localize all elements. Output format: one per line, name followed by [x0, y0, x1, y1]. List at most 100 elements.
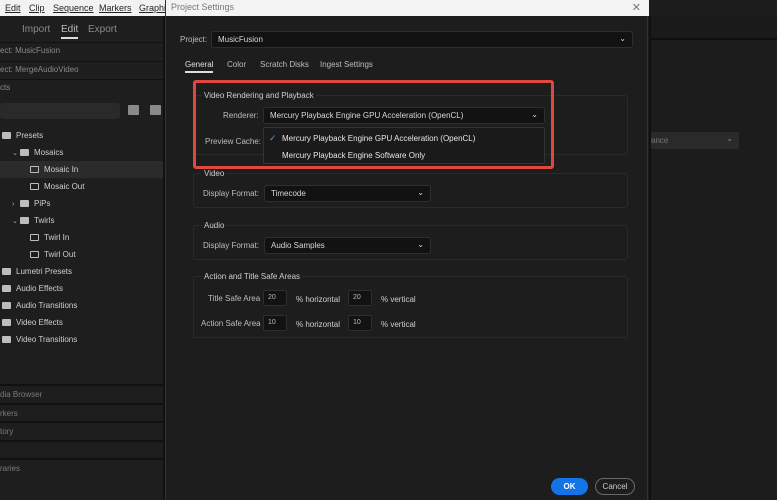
chevron-down-icon: ⌄ [726, 134, 733, 143]
close-icon[interactable]: ✕ [632, 1, 641, 14]
effects-panel-title: cts [0, 79, 163, 97]
chevron-down-icon[interactable]: ⌄ [12, 145, 20, 162]
horizontal-unit: % horizontal [296, 320, 341, 329]
tree-item[interactable]: Twirl Out [0, 246, 163, 263]
tree-item[interactable]: Twirl In [0, 229, 163, 246]
32bit-effects-icon[interactable] [150, 105, 161, 115]
chevron-down-icon: ⌄ [417, 188, 424, 197]
tab-import[interactable]: Import [22, 24, 50, 35]
tree-item[interactable]: ⌄ Twirls [0, 212, 163, 229]
chevron-right-icon[interactable]: › [12, 196, 20, 213]
preset-folder-icon [20, 200, 29, 208]
video-display-format-select[interactable]: Timecode ⌄ [264, 185, 431, 202]
effects-search-input[interactable] [0, 103, 120, 119]
ok-button[interactable]: OK [551, 478, 588, 495]
cancel-button[interactable]: Cancel [595, 478, 635, 495]
tree-item[interactable]: › PiPs [0, 195, 163, 212]
folder-icon [2, 285, 11, 293]
title-safe-vertical-input[interactable]: 20 [348, 290, 372, 306]
dialog-title: Project Settings [166, 0, 649, 16]
tree-item-label: Mosaic In [44, 165, 79, 174]
tree-item[interactable]: Lumetri Presets [0, 263, 163, 280]
tree-item[interactable]: Audio Transitions [0, 297, 163, 314]
project-tab-mergeaudiovideo[interactable]: ect: MergeAudioVideo [0, 61, 163, 79]
tree-item-label: Twirl Out [44, 250, 76, 259]
tree-item[interactable]: Video Effects [0, 314, 163, 331]
tree-item-label: Audio Transitions [16, 301, 78, 310]
panel-tab[interactable] [0, 439, 163, 458]
tab-export[interactable]: Export [88, 24, 117, 35]
panel-header [651, 16, 777, 40]
action-safe-label: Action Safe Area [201, 319, 261, 328]
tree-item[interactable]: Mosaic Out [0, 178, 163, 195]
title-safe-label: Title Safe Area [208, 294, 261, 303]
panel-tab[interactable]: dia Browser [0, 384, 163, 402]
tree-item-label: Audio Effects [16, 284, 63, 293]
folder-icon [2, 336, 11, 344]
value: Timecode [271, 189, 306, 198]
chevron-down-icon[interactable]: ⌄ [12, 213, 20, 230]
preset-folder-icon [20, 217, 29, 225]
vertical-unit: % vertical [381, 295, 416, 304]
preset-folder-icon [2, 132, 11, 140]
group-title: Video [202, 169, 227, 178]
dropdown-value: ance [651, 136, 669, 145]
background-panel: ance ⌄ [649, 16, 777, 500]
effects-panel: Import Edit Export ect: MusicFusion ect:… [0, 16, 165, 500]
project-tab-musicfusion[interactable]: ect: MusicFusion [0, 42, 163, 60]
tree-item[interactable]: Mosaic In [0, 161, 163, 178]
preset-icon [30, 251, 39, 259]
menu-graphics[interactable]: Graphi [139, 3, 166, 13]
panel-tab[interactable]: raries [0, 458, 163, 476]
menu-markers[interactable]: Markers [99, 3, 132, 13]
tab-ingest-settings[interactable]: Ingest Settings [320, 60, 373, 69]
audio-display-format-select[interactable]: Audio Samples ⌄ [264, 237, 431, 254]
tree-item-label: Mosaic Out [44, 182, 85, 191]
audio-display-format-label: Display Format: [203, 241, 260, 250]
tree-item-label: Twirls [34, 216, 55, 225]
tree-item-label: Twirl In [44, 233, 70, 242]
panel-tab[interactable]: tory [0, 421, 163, 439]
action-safe-horizontal-input[interactable]: 10 [263, 315, 287, 331]
project-value: MusicFusion [218, 35, 263, 44]
horizontal-unit: % horizontal [296, 295, 341, 304]
menu-sequence[interactable]: Sequence [53, 3, 94, 13]
menu-bar: Edit Clip Sequence Markers Graphi [0, 0, 166, 16]
chevron-down-icon: ⌄ [417, 240, 424, 249]
group-title: Audio [202, 221, 227, 230]
tree-item-label: Presets [16, 131, 44, 140]
vertical-unit: % vertical [381, 320, 416, 329]
tree-item-label: Video Effects [16, 318, 63, 327]
tab-general[interactable]: General [185, 60, 214, 73]
accelerated-effects-icon[interactable] [128, 105, 139, 115]
tree-item[interactable]: Video Transitions [0, 331, 163, 348]
tree-item-label: Mosaics [34, 148, 64, 157]
tab-scratch-disks[interactable]: Scratch Disks [260, 60, 309, 69]
folder-icon [2, 302, 11, 310]
highlight-box [193, 80, 554, 169]
project-label: Project: [180, 35, 208, 44]
menu-edit[interactable]: Edit [5, 3, 21, 13]
value: Audio Samples [271, 241, 325, 250]
background-dropdown[interactable]: ance ⌄ [651, 132, 739, 149]
group-title: Action and Title Safe Areas [202, 272, 303, 281]
tree-item[interactable]: Presets [0, 127, 163, 144]
preset-folder-icon [20, 149, 29, 157]
tree-item[interactable]: ⌄ Mosaics [0, 144, 163, 161]
preset-icon [30, 166, 39, 174]
tree-item-label: Lumetri Presets [16, 267, 73, 276]
project-settings-dialog: Project Settings ✕ Project: MusicFusion ⌄… [165, 0, 649, 500]
video-display-format-label: Display Format: [203, 189, 260, 198]
action-safe-vertical-input[interactable]: 10 [348, 315, 372, 331]
project-select[interactable]: MusicFusion ⌄ [211, 31, 633, 48]
panel-tab[interactable]: rkers [0, 402, 163, 421]
tree-item[interactable]: Audio Effects [0, 280, 163, 297]
menu-clip[interactable]: Clip [29, 3, 45, 13]
preset-icon [30, 234, 39, 242]
tab-edit[interactable]: Edit [61, 24, 79, 39]
chevron-down-icon: ⌄ [619, 34, 626, 43]
preset-icon [30, 183, 39, 191]
folder-icon [2, 319, 11, 327]
tab-color[interactable]: Color [227, 60, 246, 69]
title-safe-horizontal-input[interactable]: 20 [263, 290, 287, 306]
